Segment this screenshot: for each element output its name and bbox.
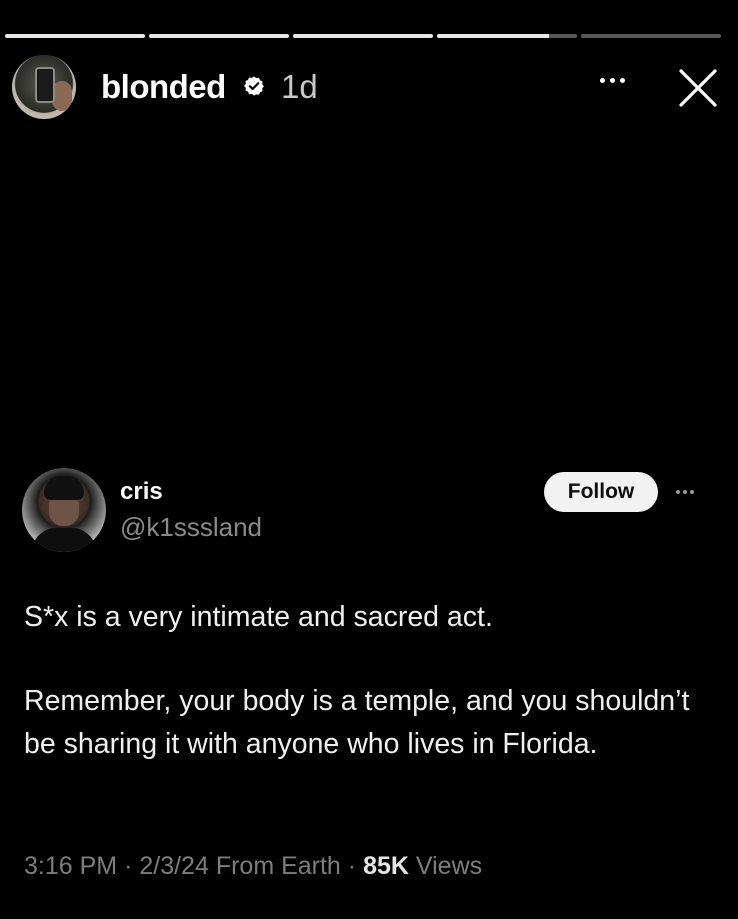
tweet-display-name[interactable]: cris	[120, 478, 163, 506]
story-username[interactable]: blonded	[101, 68, 226, 106]
tweet-meta: 3:16 PM · 2/3/24 From Earth · 85K Views	[24, 852, 482, 881]
progress-segment-1	[5, 34, 145, 38]
progress-segment-5	[581, 34, 721, 38]
progress-segment-2	[149, 34, 289, 38]
tweet-more-icon[interactable]	[676, 490, 694, 494]
follow-button[interactable]: Follow	[544, 472, 658, 512]
tweet-date: 2/3/24	[139, 852, 209, 880]
meta-separator: ·	[347, 852, 364, 880]
tweet-text-line-2: Remember, your body is a temple, and you…	[24, 685, 690, 760]
progress-segment-3	[293, 34, 433, 38]
tweet-views-count: 85K	[363, 852, 409, 880]
tweet-handle[interactable]: @k1sssland	[120, 512, 262, 543]
story-timestamp: 1d	[281, 68, 318, 105]
close-icon[interactable]	[676, 66, 720, 110]
more-horizontal-icon[interactable]	[600, 78, 625, 83]
story-avatar[interactable]	[12, 55, 76, 119]
tweet-time: 3:16 PM	[24, 852, 118, 880]
tweet-avatar[interactable]	[22, 468, 106, 552]
story-progress-bar	[5, 34, 721, 38]
meta-separator: ·	[124, 852, 140, 880]
tweet-location: From Earth	[215, 852, 341, 880]
tweet-text-line-1: S*x is a very intimate and sacred act.	[24, 601, 493, 633]
progress-segment-4	[437, 34, 577, 38]
verified-badge-icon	[244, 76, 264, 96]
tweet-views-label: Views	[415, 852, 483, 880]
